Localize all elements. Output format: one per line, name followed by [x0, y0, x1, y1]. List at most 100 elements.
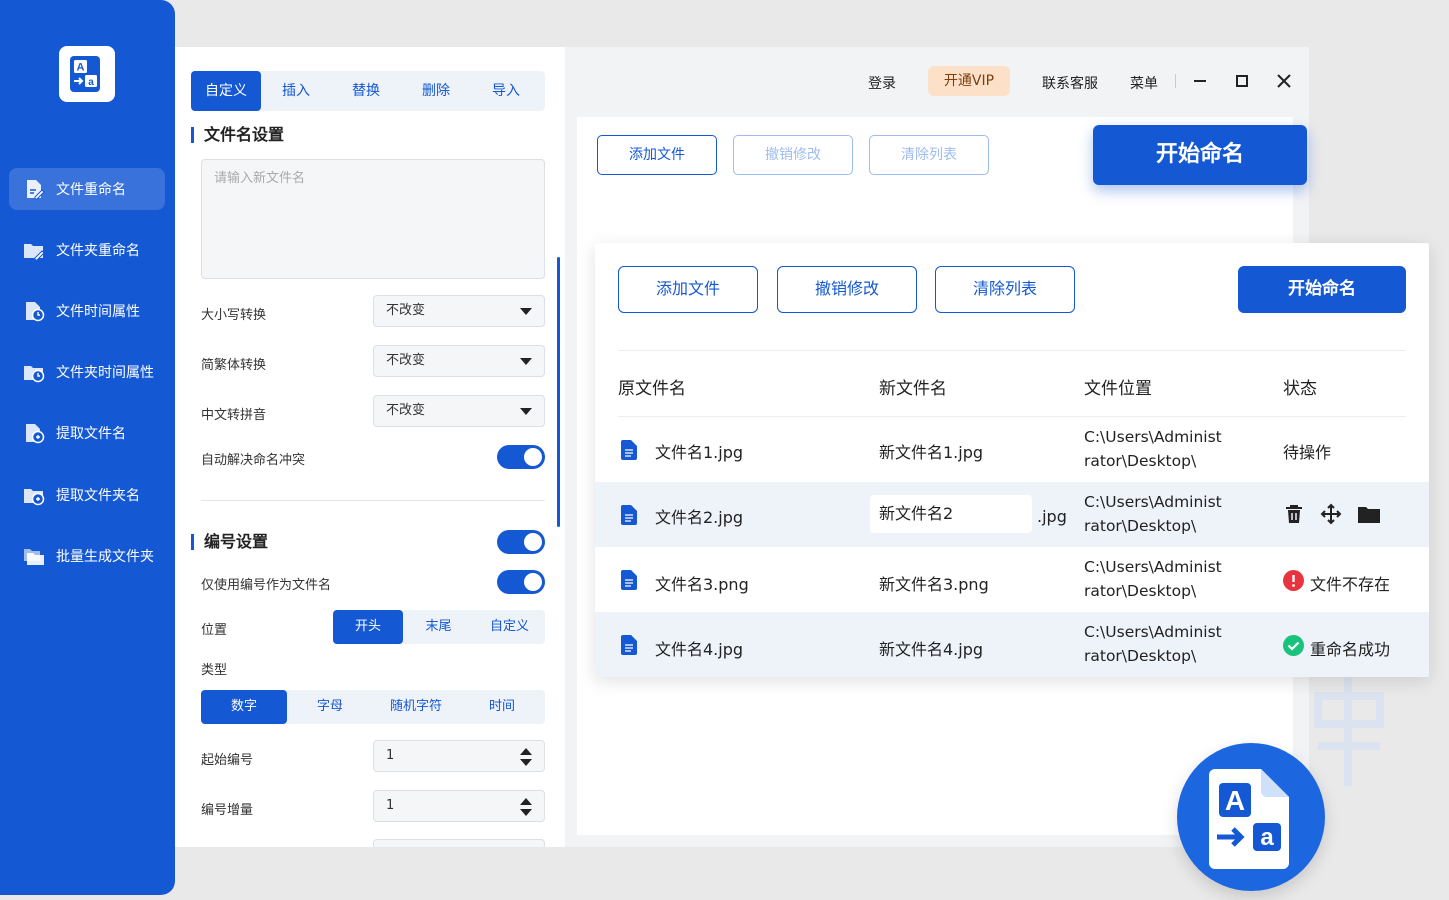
- case-select[interactable]: 不改变: [373, 295, 545, 327]
- start-rename-button[interactable]: 开始命名: [1093, 125, 1307, 185]
- caret-down-icon: [520, 358, 532, 365]
- sidebar-item-folder-time[interactable]: 文件夹时间属性: [9, 351, 165, 393]
- only-number-label: 仅使用编号作为文件名: [201, 578, 332, 593]
- step-label: 编号增量: [201, 803, 254, 818]
- caret-down-icon: [520, 408, 532, 415]
- new-filename: 新文件名4.jpg: [879, 640, 984, 659]
- step-stepper[interactable]: 1: [373, 790, 545, 822]
- maximize-icon[interactable]: [1232, 71, 1252, 91]
- position-label: 位置: [201, 623, 228, 638]
- add-file-button[interactable]: 添加文件: [597, 135, 717, 175]
- preview-add-file-button[interactable]: 添加文件: [618, 266, 758, 313]
- type-random[interactable]: 随机字符: [373, 690, 459, 724]
- caret-up-icon[interactable]: [520, 748, 532, 755]
- type-number[interactable]: 数字: [201, 690, 287, 724]
- sidebar-item-label: 批量生成文件夹: [56, 549, 154, 565]
- table-row[interactable]: 文件名3.png 新文件名3.png C:\Users\Administ rato…: [595, 547, 1429, 612]
- app-logo-icon: A a: [70, 56, 100, 92]
- undo-button[interactable]: 撤销修改: [733, 135, 853, 175]
- status-text: 待操作: [1283, 443, 1332, 462]
- file-edit-icon: [27, 180, 45, 200]
- tab-custom[interactable]: 自定义: [191, 71, 261, 111]
- table-row[interactable]: 文件名2.jpg 新文件名2 .jpg C:\Users\Administ rat…: [595, 482, 1429, 547]
- type-time[interactable]: 时间: [459, 690, 545, 724]
- trad-select-value: 不改变: [386, 353, 426, 368]
- folder-edit-icon: [24, 244, 45, 261]
- settings-panel: 自定义 插入 替换 删除 导入 文件名设置 大小写转换 不改变 简繁体转换 不改…: [175, 47, 565, 847]
- location-line: rator\Desktop\: [1084, 582, 1197, 600]
- sidebar-item-batch-folders[interactable]: 批量生成文件夹: [9, 535, 165, 577]
- titlebar: 登录 开通VIP 联系客服 菜单: [565, 47, 1309, 117]
- original-filename: 文件名3.png: [655, 575, 749, 594]
- caret-down-icon[interactable]: [520, 809, 532, 816]
- col-header-new: 新文件名: [879, 379, 947, 399]
- table-row[interactable]: 文件名4.jpg 新文件名4.jpg C:\Users\Administ rato…: [595, 612, 1429, 677]
- folder-extract-icon: [24, 489, 45, 506]
- only-number-toggle[interactable]: [497, 570, 545, 594]
- sidebar-item-file-rename[interactable]: 文件重命名: [9, 168, 165, 210]
- new-filename: 新文件名1.jpg: [879, 443, 984, 462]
- position-end[interactable]: 末尾: [403, 610, 474, 644]
- trad-select[interactable]: 不改变: [373, 345, 545, 377]
- sidebar-item-file-time[interactable]: 文件时间属性: [9, 290, 165, 332]
- menu-link[interactable]: 菜单: [1130, 73, 1158, 93]
- tab-delete[interactable]: 删除: [401, 71, 471, 111]
- sidebar-item-label: 提取文件名: [56, 426, 126, 442]
- move-icon[interactable]: [1320, 503, 1342, 525]
- type-letter[interactable]: 字母: [287, 690, 373, 724]
- titlebar-separator: [1175, 74, 1176, 88]
- new-filename-edit-field[interactable]: 新文件名2: [870, 495, 1032, 533]
- caret-down-icon: [520, 308, 532, 315]
- file-extract-icon: [26, 424, 45, 444]
- pinyin-select[interactable]: 不改变: [373, 395, 545, 427]
- col-header-original: 原文件名: [618, 379, 686, 399]
- original-filename: 文件名2.jpg: [655, 508, 744, 527]
- start-number-stepper[interactable]: 1: [373, 740, 545, 772]
- svg-text:A: A: [77, 62, 85, 74]
- col-header-location: 文件位置: [1084, 379, 1152, 399]
- pinyin-label: 中文转拼音: [201, 408, 267, 423]
- tab-replace[interactable]: 替换: [331, 71, 401, 111]
- file-clock-icon: [26, 302, 45, 322]
- rename-app-icon: A a: [1209, 769, 1289, 869]
- step-value: 1: [386, 798, 395, 813]
- file-location: C:\Users\Administ rator\Desktop\: [1084, 425, 1222, 473]
- success-check-icon: [1283, 635, 1304, 656]
- trash-icon[interactable]: [1283, 503, 1305, 525]
- vip-button[interactable]: 开通VIP: [928, 66, 1010, 96]
- trad-label: 简繁体转换: [201, 358, 267, 373]
- conflict-toggle[interactable]: [497, 445, 545, 469]
- caret-down-icon[interactable]: [520, 759, 532, 766]
- settings-scrollbar[interactable]: [557, 257, 560, 527]
- new-filename-input[interactable]: [201, 159, 545, 279]
- folder-clock-icon: [24, 366, 45, 383]
- tab-import[interactable]: 导入: [471, 71, 541, 111]
- app-badge: A a: [1177, 743, 1325, 891]
- position-start[interactable]: 开头: [333, 610, 403, 644]
- sidebar-item-folder-rename[interactable]: 文件夹重命名: [9, 229, 165, 271]
- numbering-toggle[interactable]: [497, 530, 545, 554]
- error-icon: [1283, 570, 1304, 591]
- header-divider: [618, 350, 1406, 351]
- sidebar-item-extract-filename[interactable]: 提取文件名: [9, 412, 165, 454]
- preview-undo-button[interactable]: 撤销修改: [777, 266, 917, 313]
- tab-insert[interactable]: 插入: [261, 71, 331, 111]
- table-row[interactable]: 文件名1.jpg 新文件名1.jpg C:\Users\Administ rato…: [595, 417, 1429, 482]
- conflict-label: 自动解决命名冲突: [201, 453, 306, 468]
- login-link[interactable]: 登录: [868, 73, 896, 93]
- close-icon[interactable]: [1274, 71, 1294, 91]
- location-line: C:\Users\Administ: [1084, 558, 1222, 576]
- partial-field[interactable]: [373, 839, 545, 847]
- sidebar-item-label: 文件夹时间属性: [56, 365, 154, 381]
- preview-clear-list-button[interactable]: 清除列表: [935, 266, 1075, 313]
- sidebar-item-extract-foldername[interactable]: 提取文件夹名: [9, 474, 165, 516]
- position-custom[interactable]: 自定义: [474, 610, 545, 644]
- caret-up-icon[interactable]: [520, 798, 532, 805]
- start-number-label: 起始编号: [201, 753, 254, 768]
- open-folder-icon[interactable]: [1357, 503, 1381, 525]
- support-link[interactable]: 联系客服: [1042, 73, 1098, 93]
- minimize-icon[interactable]: [1190, 71, 1210, 91]
- clear-list-button[interactable]: 清除列表: [869, 135, 989, 175]
- preview-start-rename-button[interactable]: 开始命名: [1238, 266, 1406, 313]
- original-filename: 文件名4.jpg: [655, 640, 744, 659]
